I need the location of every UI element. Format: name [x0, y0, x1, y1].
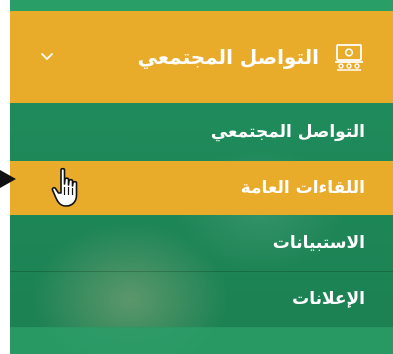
hand-cursor-icon	[50, 167, 84, 209]
submenu-item-label: التواصل المجتمعي	[210, 122, 365, 142]
community-icon	[333, 41, 365, 73]
menu-bottom-strip	[10, 327, 393, 354]
menu-section-title: التواصل المجتمعي	[137, 45, 319, 69]
chevron-down-icon[interactable]	[38, 48, 56, 66]
menu-top-strip	[10, 0, 393, 11]
submenu-item-label: الإعلانات	[292, 289, 365, 309]
screenshot-stage: التواصل المجتمعي التواصل المجتمعي اللقاء…	[0, 0, 393, 354]
arrow-pointer-icon	[0, 170, 16, 188]
submenu-item-surveys[interactable]: الاستبيانات	[10, 215, 393, 271]
submenu-item-announcements[interactable]: الإعلانات	[10, 271, 393, 327]
submenu-item-community[interactable]: التواصل المجتمعي	[10, 103, 393, 161]
submenu-item-label: اللقاءات العامة	[240, 178, 365, 198]
menu-section-header[interactable]: التواصل المجتمعي	[10, 11, 393, 103]
submenu-item-label: الاستبيانات	[272, 233, 365, 253]
